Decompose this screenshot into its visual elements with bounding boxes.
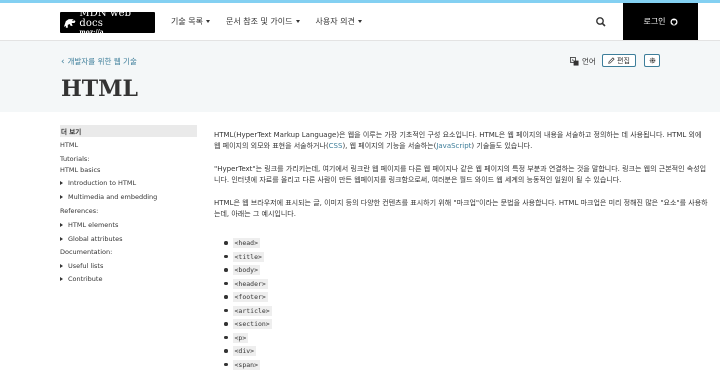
bullet-icon: [224, 362, 228, 367]
list-item: <article>: [224, 305, 272, 316]
sidebar-heading-more: 더 보기: [60, 125, 197, 137]
sidebar-item-label: Contribute: [68, 275, 103, 283]
code-tag-link[interactable]: <section>: [232, 319, 272, 329]
sidebar-item-label: Global attributes: [68, 235, 123, 243]
nav-references-label: 문서 참조 및 가이드: [225, 17, 293, 26]
list-item: <head>: [224, 238, 260, 248]
logo-subtitle: moz://a: [79, 29, 104, 36]
github-icon: [670, 18, 678, 25]
chevron-down-icon: [357, 20, 362, 23]
nav-technologies[interactable]: 기술 목록: [171, 16, 210, 27]
sidebar: 더 보기 HTML Tutorials: HTML basics Introdu…: [60, 125, 197, 283]
nav-feedback-label: 사용자 의견: [315, 17, 355, 26]
language-label: 언어: [582, 57, 596, 66]
triangle-right-icon: [60, 223, 63, 227]
page-title: HTML: [61, 76, 138, 102]
code-tag-link[interactable]: <header>: [232, 278, 268, 289]
paragraph-text: ), 웹 페이지의 기능을 서술하는(: [342, 142, 437, 150]
translate-icon: A: [570, 57, 579, 66]
login-label: 로그인: [643, 17, 666, 26]
javascript-link[interactable]: JavaScript: [436, 142, 471, 150]
login-button[interactable]: 로그인: [623, 3, 698, 40]
chevron-down-icon: [295, 20, 300, 23]
sidebar-item-label: Introduction to HTML: [68, 179, 137, 187]
sidebar-heading-tutorials: Tutorials:: [60, 155, 90, 163]
paragraph-text: ) 기술들도 있습니다.: [471, 142, 533, 150]
sidebar-item-label: Useful lists: [68, 262, 104, 270]
edit-label: 편집: [617, 56, 630, 65]
nav-technologies-label: 기술 목록: [171, 17, 203, 26]
markup-paragraph: HTML은 웹 브라우저에 표시되는 글, 이미지 등의 다양한 컨텐츠를 표시…: [214, 199, 708, 218]
nav-feedback[interactable]: 사용자 의견: [316, 16, 362, 27]
list-item: <p>: [224, 332, 249, 343]
intro-paragraph: HTML(HyperText Markup Language)은 웹을 이루는 …: [214, 130, 710, 152]
triangle-right-icon: [60, 181, 63, 185]
bullet-icon: [224, 335, 228, 340]
language-button[interactable]: A 언어: [570, 56, 596, 67]
code-tag-link[interactable]: <footer>: [232, 292, 268, 302]
sidebar-item-label: HTML elements: [68, 221, 119, 229]
mdn-logo[interactable]: MDN web docs moz://a: [60, 8, 155, 36]
sidebar-item-html[interactable]: HTML: [60, 141, 78, 149]
list-item: <header>: [224, 278, 268, 289]
logo-title: MDN web docs: [79, 8, 132, 29]
bullet-icon: [224, 295, 228, 299]
list-item: <footer>: [224, 292, 268, 302]
code-tag-link[interactable]: <head>: [232, 238, 260, 248]
sidebar-item-global-attributes[interactable]: Global attributes: [60, 235, 123, 243]
bullet-icon: [224, 349, 228, 353]
chevron-down-icon: [205, 20, 210, 23]
hypertext-paragraph: "HyperText"는 링크를 가리키는데, 여기에서 링크란 웹 페이지를 …: [214, 165, 707, 184]
sidebar-item-contribute[interactable]: Contribute: [60, 275, 102, 283]
sidebar-item-elements[interactable]: HTML elements: [60, 221, 118, 229]
bullet-icon: [224, 241, 228, 245]
gear-icon: [649, 57, 655, 64]
search-icon[interactable]: [595, 16, 607, 28]
bullet-icon: [224, 268, 228, 272]
page-header-section: ‹ 개발자를 위한 웹 기술 HTML A 언어 편집: [0, 41, 720, 112]
dinosaur-icon: [63, 18, 76, 28]
main-nav: 기술 목록 문서 참조 및 가이드 사용자 의견: [171, 16, 378, 27]
code-tag-link[interactable]: <div>: [232, 346, 257, 356]
css-link[interactable]: CSS: [329, 142, 343, 150]
sidebar-item-multimedia[interactable]: Multimedia and embedding: [60, 193, 157, 201]
chevron-left-icon: ‹: [61, 56, 65, 67]
sidebar-item-useful-lists[interactable]: Useful lists: [60, 262, 103, 270]
site-header: MDN web docs moz://a 기술 목록 문서 참조 및 가이드 사…: [0, 3, 720, 41]
code-tag-link[interactable]: <p>: [232, 332, 249, 343]
triangle-right-icon: [60, 237, 63, 241]
pencil-icon: [608, 57, 615, 64]
breadcrumb[interactable]: ‹ 개발자를 위한 웹 기술: [61, 56, 137, 67]
settings-button[interactable]: [644, 54, 660, 67]
sidebar-heading-documentation: Documentation:: [60, 248, 113, 256]
sidebar-item-html-basics[interactable]: HTML basics: [60, 166, 100, 174]
list-item: <body>: [224, 265, 260, 275]
edit-button[interactable]: 편집: [602, 54, 636, 67]
sidebar-heading-references: References:: [60, 207, 99, 215]
breadcrumb-link[interactable]: 개발자를 위한 웹 기술: [68, 56, 137, 67]
bullet-icon: [224, 254, 228, 259]
bullet-icon: [224, 281, 228, 286]
triangle-right-icon: [60, 264, 63, 268]
list-item: <div>: [224, 346, 257, 356]
nav-references-guides[interactable]: 문서 참조 및 가이드: [226, 16, 300, 27]
triangle-right-icon: [60, 277, 63, 281]
bullet-icon: [224, 308, 228, 313]
code-tag-link[interactable]: <body>: [232, 265, 260, 275]
sidebar-item-introduction[interactable]: Introduction to HTML: [60, 179, 136, 187]
list-item: <section>: [224, 319, 272, 329]
bullet-icon: [224, 322, 228, 326]
list-item: <title>: [224, 251, 264, 262]
article-content: HTML(HyperText Markup Language)은 웹을 이루는 …: [214, 130, 710, 220]
code-tag-link[interactable]: <span>: [232, 359, 260, 370]
code-tag-link[interactable]: <article>: [232, 305, 272, 316]
list-item: <span>: [224, 359, 260, 370]
code-tag-link[interactable]: <title>: [232, 251, 264, 262]
triangle-right-icon: [60, 195, 63, 199]
sidebar-item-label: Multimedia and embedding: [68, 193, 158, 201]
